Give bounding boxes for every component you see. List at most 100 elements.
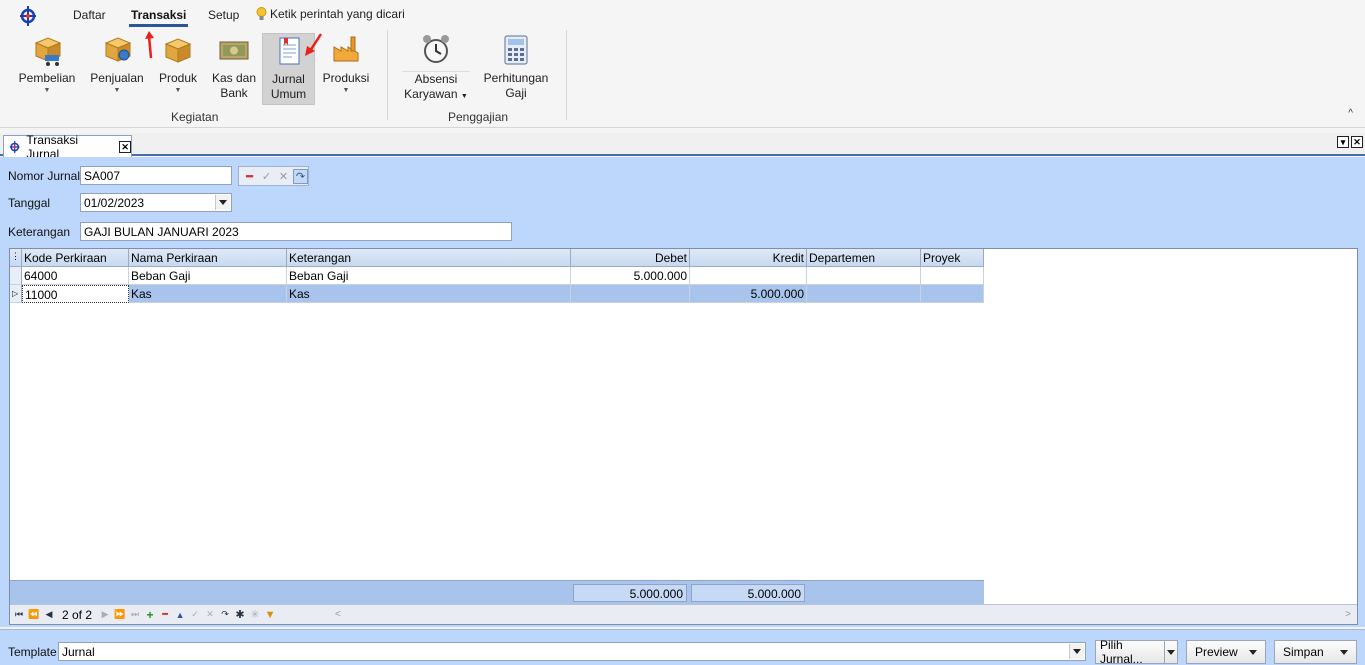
table-cell[interactable] [571, 285, 690, 303]
chevron-down-icon [1340, 649, 1348, 655]
table-cell[interactable]: 64000 [22, 267, 129, 285]
cart-box-icon [34, 37, 62, 66]
scroll-right-icon[interactable]: > [1345, 609, 1351, 620]
table-cell[interactable] [807, 267, 921, 285]
column-chooser-icon[interactable]: ⋮ [10, 249, 22, 267]
refresh-icon[interactable]: ↷ [218, 608, 232, 622]
next-record-icon[interactable]: ▶ [98, 608, 112, 622]
cash-icon [219, 41, 249, 60]
ribbon-collapse-icon[interactable]: ^ [1348, 108, 1353, 119]
column-header-nama[interactable]: Nama Perkiraan [129, 249, 287, 267]
prev-record-icon[interactable]: ◀ [42, 608, 56, 622]
produksi-button[interactable]: Produksi ▼ [318, 33, 374, 103]
chevron-down-icon: ▼ [43, 87, 51, 94]
penjualan-button[interactable]: Penjualan ▼ [86, 33, 148, 103]
close-icon[interactable]: ✕ [1351, 136, 1363, 148]
produk-label: Produk [158, 71, 198, 85]
chevron-down-icon [1167, 649, 1175, 655]
chevron-down-icon[interactable] [215, 195, 230, 210]
tanggal-picker[interactable]: 01/02/2023 [80, 193, 232, 212]
kas-bank-label-2: Bank [220, 86, 248, 100]
table-cell[interactable]: Beban Gaji [129, 267, 287, 285]
pilih-jurnal-button[interactable]: Pilih Jurnal... [1095, 638, 1165, 665]
first-record-icon[interactable]: ⏮ [12, 608, 26, 622]
journal-icon [279, 37, 299, 65]
app-logo-icon[interactable] [17, 5, 39, 27]
produksi-label: Produksi [322, 71, 370, 85]
delete-record-icon[interactable]: ━ [158, 608, 172, 622]
goto-bookmark-icon[interactable]: ✳ [248, 608, 262, 622]
column-header-keterangan[interactable]: Keterangan [287, 249, 571, 267]
column-header-departemen[interactable]: Departemen [807, 249, 921, 267]
filter-icon[interactable]: ▼ [263, 608, 277, 622]
window-menu-icon[interactable]: ▾ [1337, 136, 1349, 148]
tab-setup[interactable]: Setup [208, 8, 239, 22]
journal-grid: ⋮ Kode Perkiraan Nama Perkiraan Keterang… [9, 248, 1358, 625]
tanggal-label: Tanggal [8, 196, 51, 210]
table-cell[interactable] [921, 285, 984, 303]
tab-transaksi[interactable]: Transaksi [128, 8, 189, 27]
next-page-icon[interactable]: ⏩ [113, 608, 127, 622]
group-label-penggajian: Penggajian [448, 110, 509, 124]
template-label: Template [8, 645, 57, 659]
prev-page-icon[interactable]: ⏪ [27, 608, 41, 622]
column-header-kredit[interactable]: Kredit [690, 249, 807, 267]
perhitungan-gaji-label-2: Gaji [505, 86, 527, 100]
table-cell[interactable]: 5.000.000 [690, 285, 807, 303]
kas-bank-button[interactable]: Kas dan Bank [208, 33, 260, 103]
command-search[interactable]: Ketik perintah yang dicari [256, 7, 405, 21]
tab-transaksi-jurnal[interactable]: Transaksi Jurnal ✕ [3, 133, 132, 161]
chevron-down-icon: ▼ [460, 93, 468, 100]
grid-footer: 5.000.000 5.000.000 [10, 580, 984, 604]
column-header-debet[interactable]: Debet [571, 249, 690, 267]
preview-button[interactable]: Preview [1186, 640, 1266, 664]
pembelian-button[interactable]: Pembelian ▼ [14, 33, 80, 103]
row-indicator[interactable] [10, 267, 22, 285]
cancel-icon[interactable]: ✕ [203, 608, 217, 622]
record-toolbar: ━ ✓ ✕ ↷ [238, 166, 309, 186]
perhitungan-gaji-button[interactable]: Perhitungan Gaji [480, 33, 552, 105]
keterangan-label: Keterangan [8, 225, 71, 239]
lightbulb-icon [256, 7, 267, 20]
table-cell[interactable]: Kas [129, 285, 287, 303]
table-cell[interactable]: Beban Gaji [287, 267, 571, 285]
edit-record-icon[interactable]: ▲ [173, 608, 187, 622]
last-record-icon[interactable]: ⏭ [128, 608, 142, 622]
absensi-label-1: Absensi [402, 71, 470, 87]
table-cell-active[interactable]: 11000 [22, 285, 129, 303]
produk-button[interactable]: Produk ▼ [154, 33, 202, 103]
group-divider [566, 30, 567, 120]
table-cell[interactable] [921, 267, 984, 285]
bookmark-icon[interactable]: ✱ [233, 608, 247, 622]
pembelian-label: Pembelian [18, 71, 76, 85]
absensi-karyawan-button[interactable]: Absensi Karyawan ▼ [402, 33, 470, 105]
keterangan-input[interactable] [80, 222, 512, 241]
scroll-left-icon[interactable]: < [335, 609, 341, 620]
tab-daftar[interactable]: Daftar [73, 8, 106, 22]
nomor-jurnal-input[interactable] [80, 166, 232, 185]
simpan-button[interactable]: Simpan [1274, 640, 1357, 664]
column-header-kode[interactable]: Kode Perkiraan [22, 249, 129, 267]
table-cell[interactable] [807, 285, 921, 303]
delete-record-icon[interactable]: ━ [242, 169, 257, 184]
check-icon[interactable]: ✓ [259, 169, 274, 184]
preview-label: Preview [1195, 645, 1238, 659]
chevron-down-icon[interactable] [1069, 644, 1084, 659]
tanggal-value: 01/02/2023 [84, 196, 145, 210]
template-select[interactable]: Jurnal [58, 642, 1086, 661]
insert-record-icon[interactable]: + [143, 608, 157, 622]
table-cell[interactable]: Kas [287, 285, 571, 303]
current-row-indicator-icon[interactable]: ▷ [10, 285, 22, 303]
document-tab-bar: Transaksi Jurnal ✕ ▾ ✕ [0, 133, 1365, 161]
table-cell[interactable] [690, 267, 807, 285]
refresh-icon[interactable]: ↷ [293, 168, 308, 184]
chevron-down-icon: ▼ [113, 87, 121, 94]
table-cell[interactable]: 5.000.000 [571, 267, 690, 285]
cancel-icon[interactable]: ✕ [276, 169, 291, 184]
post-icon[interactable]: ✓ [188, 608, 202, 622]
column-header-proyek[interactable]: Proyek [921, 249, 984, 267]
close-icon[interactable]: ✕ [119, 140, 131, 153]
pilih-jurnal-dropdown[interactable] [1164, 640, 1178, 664]
perhitungan-gaji-label-1: Perhitungan [483, 71, 549, 85]
kas-bank-label-1: Kas dan [211, 71, 257, 85]
